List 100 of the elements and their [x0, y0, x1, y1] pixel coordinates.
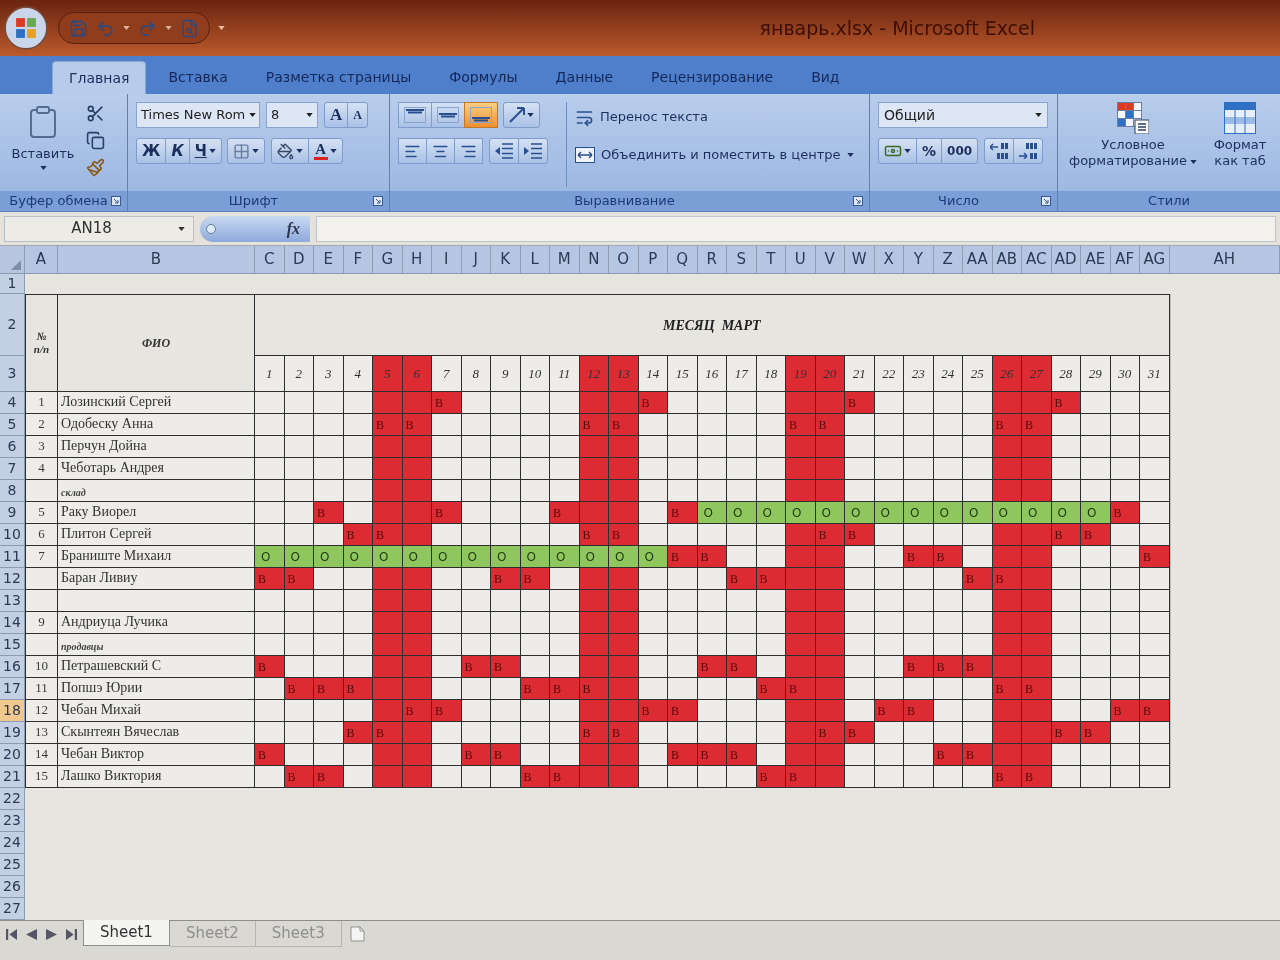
first-sheet-icon[interactable]	[6, 928, 17, 940]
column-header[interactable]: Z	[933, 246, 963, 274]
conditional-formatting-button[interactable]: Условное форматирование	[1066, 102, 1200, 191]
merge-center-button[interactable]: Объединить и поместить в центре	[575, 142, 854, 168]
row-header[interactable]: 2	[0, 294, 25, 356]
paste-button[interactable]: Вставить	[8, 102, 78, 191]
row-header[interactable]: 8	[0, 480, 25, 502]
logo-icon[interactable]	[4, 6, 48, 50]
row-header[interactable]: 17	[0, 678, 25, 700]
column-header[interactable]: AB	[992, 246, 1022, 274]
font-color-button[interactable]: A	[307, 138, 343, 164]
wrap-text-button[interactable]: Перенос текста	[575, 104, 854, 130]
row-header[interactable]: 10	[0, 524, 25, 546]
next-sheet-icon[interactable]	[46, 928, 57, 940]
ribbon-tab[interactable]: Вставка	[152, 61, 244, 94]
row-header[interactable]: 15	[0, 634, 25, 656]
row-header[interactable]: 4	[0, 392, 25, 414]
number-format-field[interactable]: Общий	[878, 102, 1048, 128]
row-header[interactable]: 1	[0, 274, 25, 294]
insert-function-button[interactable]: fx	[200, 215, 310, 242]
font-size-field[interactable]: 8	[266, 102, 318, 128]
column-header[interactable]: Y	[904, 246, 934, 274]
column-header[interactable]: D	[284, 246, 314, 274]
increase-decimal-button[interactable]	[984, 138, 1015, 164]
column-header[interactable]: F	[343, 246, 373, 274]
ribbon-tab[interactable]: Данные	[539, 61, 630, 94]
row-header[interactable]: 18	[0, 700, 25, 722]
row-header[interactable]: 23	[0, 810, 25, 832]
column-header[interactable]: AE	[1081, 246, 1111, 274]
dialog-launcher-icon[interactable]	[373, 196, 383, 206]
bold-button[interactable]: Ж	[136, 138, 167, 164]
column-header[interactable]: Q	[668, 246, 698, 274]
horizontal-align-button[interactable]	[398, 138, 427, 164]
row-header[interactable]: 19	[0, 722, 25, 744]
increase-indent-button[interactable]	[518, 138, 548, 164]
percent-button[interactable]: %	[916, 138, 943, 164]
row-header[interactable]: 25	[0, 854, 25, 876]
column-header[interactable]: G	[373, 246, 403, 274]
row-header[interactable]: 6	[0, 436, 25, 458]
column-header[interactable]: AH	[1169, 246, 1280, 274]
column-header[interactable]: AD	[1051, 246, 1081, 274]
italic-button[interactable]: К	[165, 138, 190, 164]
column-header[interactable]: S	[727, 246, 757, 274]
format-as-table-button[interactable]: Формат как таб	[1208, 102, 1272, 191]
thousands-button[interactable]: 000	[941, 138, 979, 164]
font-name-field[interactable]: Times New Rom	[136, 102, 260, 128]
ribbon-tab[interactable]: Вид	[795, 61, 856, 94]
row-header[interactable]: 27	[0, 898, 25, 920]
decrease-decimal-button[interactable]	[1013, 138, 1044, 164]
cut-icon[interactable]	[86, 104, 105, 123]
row-header[interactable]: 14	[0, 612, 25, 634]
column-header[interactable]: I	[432, 246, 462, 274]
column-header[interactable]: P	[638, 246, 668, 274]
column-header[interactable]: V	[815, 246, 845, 274]
ribbon-tab[interactable]: Рецензирование	[635, 61, 790, 94]
row-header[interactable]: 5	[0, 414, 25, 436]
copy-icon[interactable]	[86, 131, 105, 150]
column-header[interactable]: L	[520, 246, 550, 274]
horizontal-align-button[interactable]	[454, 138, 483, 164]
column-header[interactable]: J	[461, 246, 491, 274]
row-header[interactable]: 22	[0, 788, 25, 810]
previous-sheet-icon[interactable]	[26, 928, 37, 940]
row-header[interactable]: 11	[0, 546, 25, 568]
column-header[interactable]: AA	[963, 246, 993, 274]
borders-button[interactable]	[226, 138, 265, 164]
column-header[interactable]: O	[609, 246, 639, 274]
ribbon-tab[interactable]: Разметка страницы	[249, 61, 428, 94]
column-header[interactable]: B	[58, 246, 255, 274]
last-sheet-icon[interactable]	[66, 928, 77, 940]
column-header[interactable]: AC	[1022, 246, 1052, 274]
orientation-button[interactable]	[503, 102, 540, 128]
column-header[interactable]: N	[579, 246, 609, 274]
column-header[interactable]: W	[845, 246, 875, 274]
ribbon-tab[interactable]: Главная	[52, 61, 147, 94]
vertical-align-button[interactable]	[398, 102, 432, 128]
column-header[interactable]: AG	[1140, 246, 1170, 274]
column-header[interactable]: X	[874, 246, 904, 274]
row-header[interactable]: 7	[0, 458, 25, 480]
dialog-launcher-icon[interactable]	[111, 196, 121, 206]
column-header[interactable]: M	[550, 246, 580, 274]
fill-color-button[interactable]	[270, 138, 309, 164]
column-header[interactable]: C	[255, 246, 285, 274]
column-header[interactable]: AF	[1110, 246, 1140, 274]
column-header[interactable]: K	[491, 246, 521, 274]
dialog-launcher-icon[interactable]	[1041, 196, 1051, 206]
row-header[interactable]: 9	[0, 502, 25, 524]
shrink-font-button[interactable]: A	[347, 102, 368, 128]
row-header[interactable]: 21	[0, 766, 25, 788]
format-painter-icon[interactable]	[86, 158, 105, 177]
sheet-tab[interactable]: Sheet1	[83, 920, 170, 946]
column-header[interactable]: E	[314, 246, 344, 274]
ribbon-tab[interactable]: Формулы	[433, 61, 534, 94]
currency-button[interactable]	[878, 138, 917, 164]
column-header[interactable]: R	[697, 246, 727, 274]
vertical-align-button[interactable]	[464, 102, 498, 128]
row-header[interactable]: 16	[0, 656, 25, 678]
grow-font-button[interactable]: A	[324, 102, 349, 128]
vertical-align-button[interactable]	[431, 102, 465, 128]
dialog-launcher-icon[interactable]	[853, 196, 863, 206]
decrease-indent-button[interactable]	[489, 138, 519, 164]
